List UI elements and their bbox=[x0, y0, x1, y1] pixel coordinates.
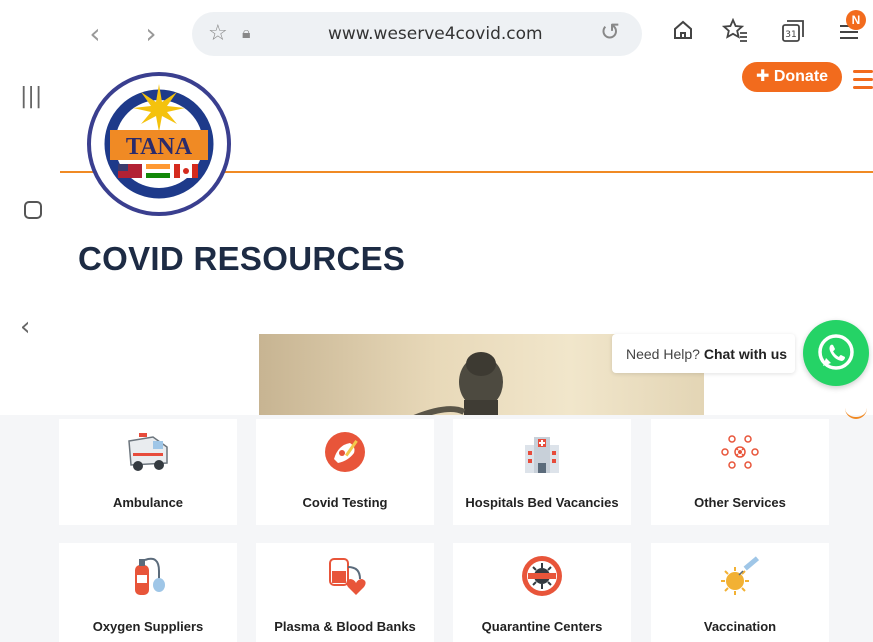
browser-toolbar: ‹ › ☆ 🔒︎ www.weserve4covid.com ↺ 31 N bbox=[0, 0, 873, 70]
chat-prompt[interactable]: Need Help? Chat with us bbox=[612, 334, 795, 373]
screen: ‹ › ☆ 🔒︎ www.weserve4covid.com ↺ 31 N ||… bbox=[0, 0, 873, 642]
forward-icon[interactable]: › bbox=[138, 20, 164, 48]
service-label: Hospitals Bed Vacancies bbox=[465, 495, 619, 510]
notification-badge: N bbox=[846, 10, 866, 30]
covid-testing-icon bbox=[325, 432, 365, 472]
service-label: Plasma & Blood Banks bbox=[274, 619, 416, 634]
chat-prompt-text: Need Help? bbox=[626, 346, 700, 362]
reload-icon[interactable]: ↺ bbox=[600, 18, 620, 46]
service-card-quarantine-centers[interactable]: Quarantine Centers bbox=[453, 543, 631, 642]
services-grid: Ambulance Covid Testing Hospitals Bed Va… bbox=[0, 415, 873, 642]
home-icon[interactable] bbox=[670, 18, 696, 49]
service-label: Vaccination bbox=[703, 619, 777, 634]
whatsapp-chat-button[interactable] bbox=[803, 320, 869, 386]
service-label: Covid Testing bbox=[302, 495, 388, 510]
tabs-icon[interactable]: 31 bbox=[780, 18, 806, 51]
bookmark-star-icon[interactable]: ☆ bbox=[208, 21, 228, 46]
donate-button[interactable]: ✚ Donate bbox=[742, 62, 842, 92]
blood-bag-icon bbox=[329, 558, 366, 595]
quarantine-icon bbox=[522, 556, 562, 596]
back-icon[interactable]: ‹ bbox=[82, 20, 108, 48]
lock-icon: 🔒︎ bbox=[242, 23, 251, 42]
vaccine-icon bbox=[721, 556, 760, 595]
page-title: COVID RESOURCES bbox=[78, 240, 406, 277]
oxygen-cylinder-icon bbox=[135, 557, 165, 595]
system-nav-strip: ||| ‹ bbox=[0, 70, 62, 415]
donate-label: Donate bbox=[773, 68, 829, 85]
service-label: Quarantine Centers bbox=[481, 619, 603, 634]
recent-apps-icon[interactable]: ||| bbox=[20, 84, 42, 109]
system-back-icon[interactable]: ‹ bbox=[20, 312, 30, 342]
plus-icon: ✚ bbox=[755, 68, 774, 85]
svg-text:31: 31 bbox=[785, 30, 796, 40]
logo-text: TANA bbox=[126, 134, 193, 160]
whatsapp-icon bbox=[818, 334, 854, 370]
service-card-plasma-blood-banks[interactable]: Plasma & Blood Banks bbox=[256, 543, 434, 642]
chat-action-text: Chat with us bbox=[703, 346, 788, 362]
service-card-ambulance[interactable]: Ambulance bbox=[59, 419, 237, 525]
service-card-vaccination[interactable]: Vaccination bbox=[651, 543, 829, 642]
service-card-covid-testing[interactable]: Covid Testing bbox=[256, 419, 434, 525]
url-text[interactable]: www.weserve4covid.com bbox=[328, 24, 543, 44]
site-menu-icon[interactable] bbox=[853, 70, 873, 90]
service-label: Ambulance bbox=[112, 495, 184, 510]
service-card-other-services[interactable]: Other Services bbox=[651, 419, 829, 525]
bookmarks-icon[interactable] bbox=[721, 17, 748, 49]
home-square-icon[interactable] bbox=[24, 201, 42, 219]
hospital-icon bbox=[525, 437, 559, 473]
tana-logo[interactable]: TANA bbox=[84, 70, 234, 218]
service-label: Other Services bbox=[694, 495, 786, 510]
service-card-hospitals-bed-vacancies[interactable]: Hospitals Bed Vacancies bbox=[453, 419, 631, 525]
service-label: Oxygen Suppliers bbox=[92, 619, 204, 634]
ambulance-icon bbox=[128, 433, 168, 471]
address-bar[interactable]: ☆ 🔒︎ www.weserve4covid.com ↺ bbox=[192, 12, 642, 56]
service-card-oxygen-suppliers[interactable]: Oxygen Suppliers bbox=[59, 543, 237, 642]
virus-network-icon bbox=[721, 435, 759, 469]
